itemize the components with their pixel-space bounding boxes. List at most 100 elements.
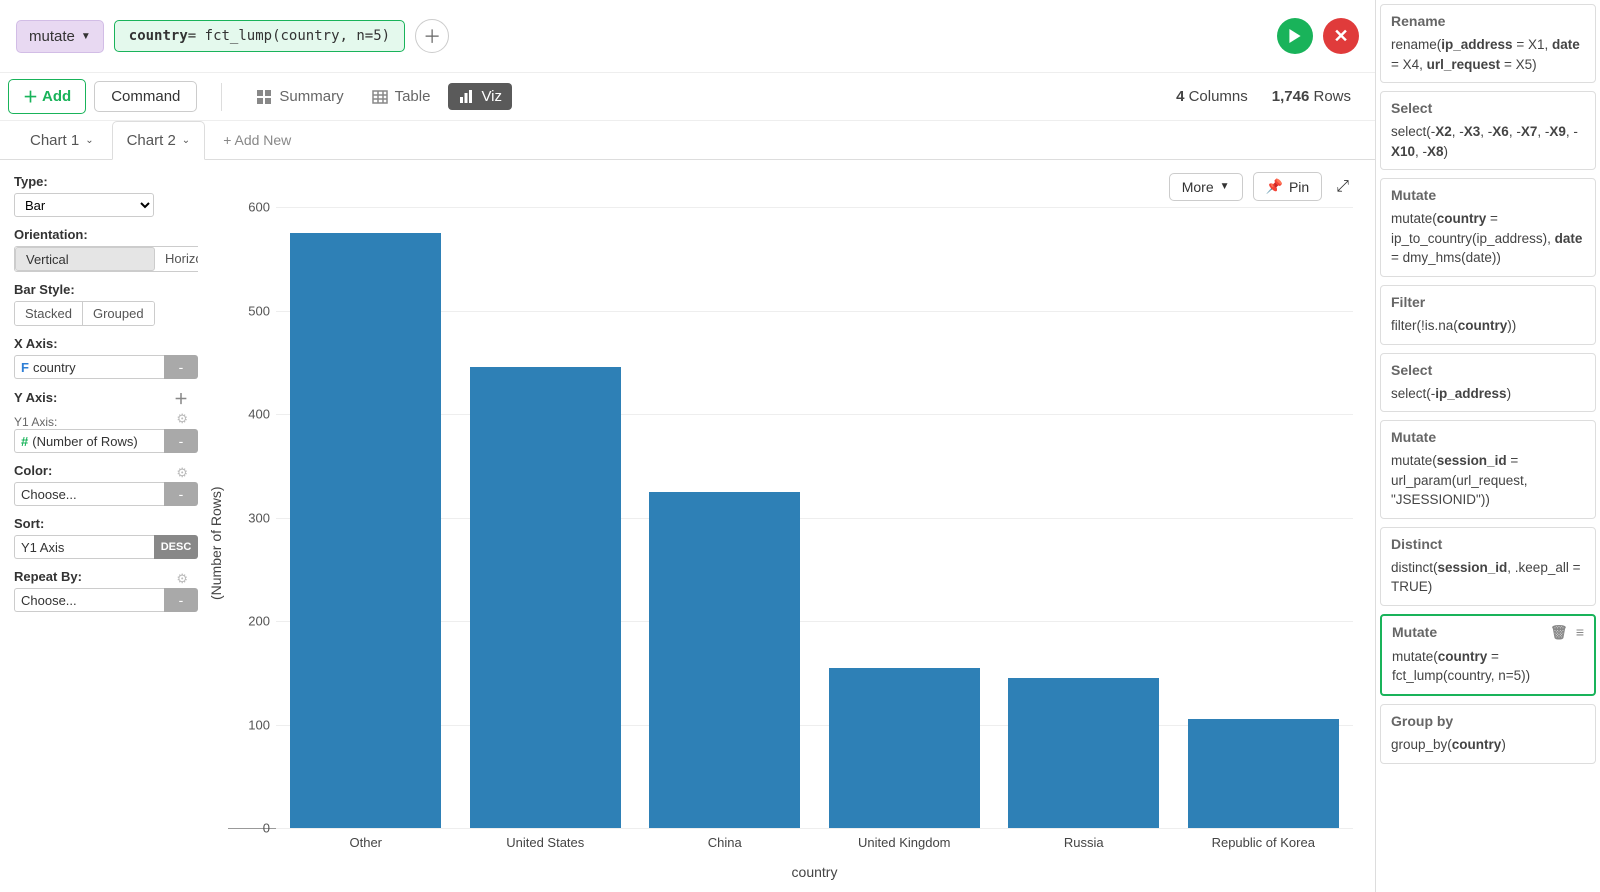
y-tick-label: 0 [228, 821, 270, 836]
y-tick-label: 300 [228, 510, 270, 525]
bar[interactable] [1188, 719, 1339, 828]
add-step-button[interactable]: ＋ [415, 19, 449, 53]
bar[interactable] [290, 233, 441, 828]
step-code: select(-X2, -X3, -X6, -X7, -X9, -X10, -X… [1391, 122, 1585, 161]
bar-column [1174, 207, 1354, 828]
table-icon [372, 89, 388, 105]
gear-icon[interactable]: ⚙ [176, 571, 188, 587]
orientation-vertical-button[interactable]: Vertical [15, 247, 155, 271]
step-title: Mutate [1391, 429, 1436, 445]
step-title: Mutate [1392, 624, 1437, 640]
pipeline-step[interactable]: Distinctdistinct(session_id, .keep_all =… [1380, 527, 1596, 606]
sort-field[interactable]: Y1 Axis [14, 535, 154, 559]
bar-column [994, 207, 1174, 828]
step-code: group_by(country) [1391, 735, 1585, 755]
bar[interactable] [829, 668, 980, 828]
pipeline-step[interactable]: Renamerename(ip_address = X1, date = X4,… [1380, 4, 1596, 83]
menu-icon[interactable]: ≡ [1576, 624, 1584, 641]
chart-tab-2[interactable]: Chart 2 ⌄ [112, 121, 206, 160]
pipeline-step[interactable]: Group bygroup_by(country) [1380, 704, 1596, 764]
plus-icon: ＋ [423, 23, 441, 49]
more-label: More [1182, 179, 1214, 195]
step-code: rename(ip_address = X1, date = X4, url_r… [1391, 35, 1585, 74]
step-code: mutate(country = fct_lump(country, n=5)) [1392, 647, 1584, 686]
plus-icon: ＋ [23, 86, 38, 107]
y-tick-label: 500 [228, 303, 270, 318]
expand-icon: ⤢ [1336, 178, 1349, 195]
pin-icon: 📌 [1266, 178, 1283, 195]
row-count: 1,746 Rows [1272, 88, 1351, 105]
step-code: mutate(country = ip_to_country(ip_addres… [1391, 209, 1585, 268]
x-axis-label: X Axis: [14, 336, 188, 351]
close-icon: ✕ [1333, 26, 1348, 47]
pipeline-step[interactable]: Mutate 🗑 ≡ mutate(country = fct_lump(countr… [1380, 614, 1596, 696]
summary-icon [256, 89, 272, 105]
color-clear-button[interactable]: - [164, 482, 198, 506]
formula-input[interactable]: country = fct_lump(country, n=5) [114, 20, 405, 52]
formula-body: = fct_lump(country, n=5) [188, 28, 390, 44]
y-axis-label: Y Axis: [14, 390, 57, 405]
pipeline-step[interactable]: Selectselect(-ip_address) [1380, 353, 1596, 413]
delete-icon[interactable]: 🗑 [1550, 624, 1568, 641]
steps-sidebar: Renamerename(ip_address = X1, date = X4,… [1375, 0, 1600, 892]
y1-axis-label: Y1 Axis: [14, 415, 57, 429]
orientation-horizontal-button[interactable]: Horizontal [155, 247, 198, 271]
gear-icon[interactable]: ⚙ [176, 465, 188, 481]
y1-axis-clear-button[interactable]: - [164, 429, 198, 453]
viz-view-button[interactable]: Viz [448, 83, 512, 110]
pipeline-step[interactable]: Mutatemutate(country = ip_to_country(ip_… [1380, 178, 1596, 277]
bar[interactable] [470, 367, 621, 828]
command-button[interactable]: Command [94, 81, 197, 112]
repeat-by-field[interactable]: Choose... [14, 588, 164, 612]
more-button[interactable]: More ▼ [1169, 173, 1243, 201]
orientation-label: Orientation: [14, 227, 188, 242]
bar-column [456, 207, 636, 828]
sort-direction-button[interactable]: DESC [154, 535, 198, 559]
bar[interactable] [1008, 678, 1159, 828]
pin-button[interactable]: 📌 Pin [1253, 172, 1323, 201]
expand-button[interactable]: ⤢ [1332, 174, 1353, 200]
add-button[interactable]: ＋ Add [8, 79, 86, 114]
pipeline-step[interactable]: Selectselect(-X2, -X3, -X6, -X7, -X9, -X… [1380, 91, 1596, 170]
chart-type-select[interactable]: Bar [14, 193, 154, 217]
y1-axis-field[interactable]: # (Number of Rows) [14, 429, 164, 453]
table-view-button[interactable]: Table [362, 83, 441, 110]
table-label: Table [395, 88, 431, 105]
x-tick-label: Russia [994, 829, 1174, 850]
y1-axis-value: (Number of Rows) [32, 434, 137, 449]
color-field[interactable]: Choose... [14, 482, 164, 506]
divider [221, 83, 222, 111]
x-axis-clear-button[interactable]: - [164, 355, 198, 379]
y-tick-label: 600 [228, 200, 270, 215]
step-code: mutate(session_id = url_param(url_reques… [1391, 451, 1585, 510]
chart-tab-1[interactable]: Chart 1 ⌄ [16, 122, 108, 159]
gear-icon[interactable]: ⚙ [176, 411, 188, 427]
bar-style-stacked-button[interactable]: Stacked [15, 302, 83, 325]
sort-label: Sort: [14, 516, 188, 531]
y-tick-label: 100 [228, 717, 270, 732]
pipeline-step[interactable]: Filterfilter(!is.na(country)) [1380, 285, 1596, 345]
bar-column [635, 207, 815, 828]
x-axis-field[interactable]: F country [14, 355, 164, 379]
caret-down-icon: ⌄ [85, 135, 93, 146]
add-y-axis-button[interactable]: ＋ [174, 389, 188, 409]
step-type-pill[interactable]: mutate ▼ [16, 20, 104, 53]
type-label: Type: [14, 174, 188, 189]
bar-style-label: Bar Style: [14, 282, 188, 297]
bar-style-grouped-button[interactable]: Grouped [83, 302, 154, 325]
chart-plot-area: 0100200300400500600 [228, 207, 1353, 829]
bar-column [276, 207, 456, 828]
x-tick-label: Republic of Korea [1174, 829, 1354, 850]
x-axis-title: country [276, 850, 1353, 880]
run-button[interactable] [1277, 18, 1313, 54]
step-title: Select [1391, 362, 1432, 378]
add-chart-tab[interactable]: + Add New [209, 122, 305, 158]
repeat-by-clear-button[interactable]: - [164, 588, 198, 612]
color-value: Choose... [21, 487, 77, 502]
cancel-button[interactable]: ✕ [1323, 18, 1359, 54]
step-code: distinct(session_id, .keep_all = TRUE) [1391, 558, 1585, 597]
bar[interactable] [649, 492, 800, 828]
summary-view-button[interactable]: Summary [246, 83, 353, 110]
pipeline-step[interactable]: Mutate mutate(session_id = url_param(url_… [1380, 420, 1596, 519]
step-title: Filter [1391, 294, 1425, 310]
